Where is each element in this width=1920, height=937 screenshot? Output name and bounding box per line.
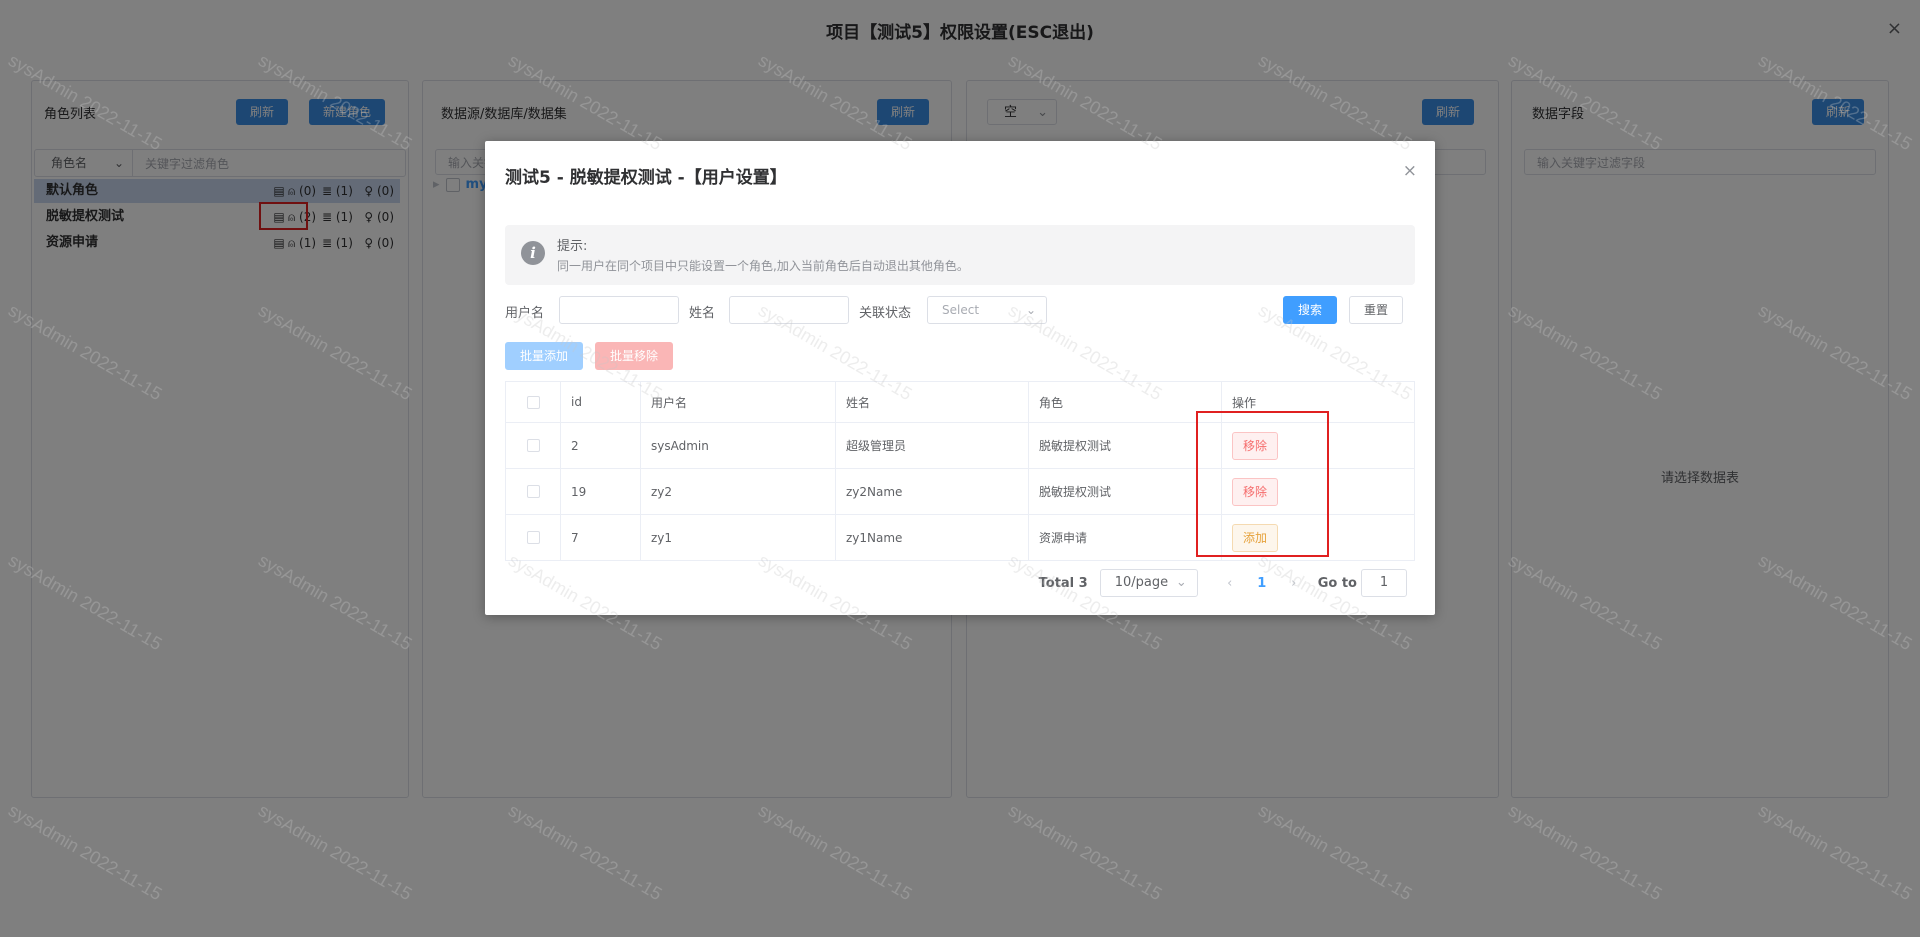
- status-select-placeholder: Select: [942, 303, 980, 317]
- username-label: 用户名: [505, 306, 545, 321]
- row-select-cell: [506, 469, 561, 514]
- cell-id: 7: [561, 515, 641, 560]
- name-input[interactable]: [729, 296, 849, 324]
- next-page-icon[interactable]: ›: [1280, 576, 1308, 591]
- batch-remove-button[interactable]: 批量移除: [595, 342, 674, 370]
- dialog-title: 测试5 - 脱敏提权测试 -【用户设置】: [505, 168, 787, 188]
- tip-body: 同一用户在同个项目中只能设置一个角色,加入当前角色后自动退出其他角色。: [557, 259, 969, 273]
- row-checkbox[interactable]: [526, 531, 540, 544]
- info-icon: i: [521, 241, 545, 265]
- reset-button[interactable]: 重置: [1349, 296, 1404, 324]
- status-label: 关联状态: [859, 306, 912, 321]
- cell-role: 脱敏提权测试: [1029, 423, 1222, 468]
- name-label: 姓名: [689, 306, 716, 321]
- chevron-down-icon: ⌄: [1175, 575, 1187, 590]
- row-checkbox[interactable]: [526, 439, 540, 452]
- current-page[interactable]: 1: [1244, 576, 1280, 591]
- cell-id: 2: [561, 423, 641, 468]
- username-input[interactable]: [559, 296, 679, 324]
- search-button[interactable]: 搜索: [1283, 296, 1338, 324]
- row-checkbox[interactable]: [526, 485, 540, 498]
- column-header-name: 姓名: [836, 382, 1029, 422]
- cell-username: zy2: [641, 469, 836, 514]
- page-size-value: 10/page: [1114, 575, 1169, 590]
- cell-username: sysAdmin: [641, 423, 836, 468]
- select-all-cell: [506, 382, 561, 422]
- cell-name: zy2Name: [836, 469, 1029, 514]
- chevron-down-icon: ⌄: [1025, 303, 1036, 317]
- column-header-role: 角色: [1029, 382, 1222, 422]
- prev-page-icon[interactable]: ‹: [1216, 576, 1244, 591]
- row-select-cell: [506, 423, 561, 468]
- row-select-cell: [506, 515, 561, 560]
- cell-name: zy1Name: [836, 515, 1029, 560]
- select-all-checkbox[interactable]: [526, 395, 540, 409]
- column-header-id: id: [561, 382, 641, 422]
- status-select[interactable]: Select ⌄: [927, 296, 1047, 324]
- search-form: 用户名 姓名 关联状态 Select ⌄ 搜索 重置: [505, 296, 1415, 324]
- batch-add-button[interactable]: 批量添加: [505, 342, 584, 370]
- goto-input[interactable]: 1: [1361, 569, 1407, 597]
- goto-label: Go to: [1317, 575, 1357, 591]
- pagination-total: Total 3: [1038, 575, 1088, 591]
- column-header-username: 用户名: [641, 382, 836, 422]
- cell-name: 超级管理员: [836, 423, 1029, 468]
- page-size-select[interactable]: 10/page ⌄: [1099, 569, 1198, 597]
- cell-role: 资源申请: [1029, 515, 1222, 560]
- actions-highlight: [1196, 411, 1329, 557]
- tip-alert: i 提示: 同一用户在同个项目中只能设置一个角色,加入当前角色后自动退出其他角色…: [505, 225, 1415, 285]
- dialog-close-icon[interactable]: ×: [1403, 161, 1417, 181]
- pagination: Total 3 10/page ⌄ ‹ 1 › Go to 1: [1039, 569, 1407, 597]
- cell-role: 脱敏提权测试: [1029, 469, 1222, 514]
- tip-title: 提示:: [557, 239, 588, 254]
- cell-username: zy1: [641, 515, 836, 560]
- cell-id: 19: [561, 469, 641, 514]
